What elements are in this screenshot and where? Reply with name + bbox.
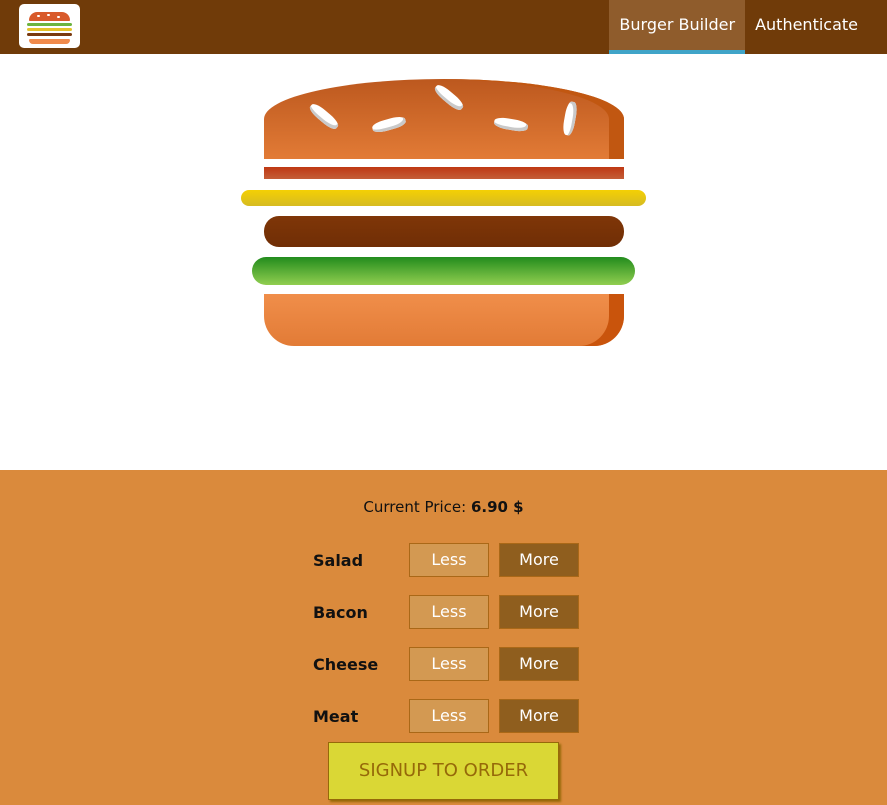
salad-layer bbox=[252, 257, 635, 285]
control-row-cheese: Cheese Less More bbox=[313, 647, 593, 681]
burger-preview bbox=[0, 54, 887, 470]
sesame-seed bbox=[493, 116, 529, 133]
control-row-meat: Meat Less More bbox=[313, 699, 593, 733]
control-row-bacon: Bacon Less More bbox=[313, 595, 593, 629]
logo-seed bbox=[57, 16, 60, 18]
less-meat-button[interactable]: Less bbox=[409, 699, 489, 733]
logo-salad bbox=[27, 23, 72, 26]
control-row-salad: Salad Less More bbox=[313, 543, 593, 577]
bread-bottom bbox=[264, 294, 624, 346]
signup-to-order-button[interactable]: SIGNUP TO ORDER bbox=[328, 742, 559, 800]
current-price: Current Price: 6.90 $ bbox=[0, 498, 887, 516]
less-bacon-button[interactable]: Less bbox=[409, 595, 489, 629]
more-cheese-button[interactable]: More bbox=[499, 647, 579, 681]
ingredient-label: Cheese bbox=[313, 655, 379, 674]
sesame-seed bbox=[371, 114, 407, 135]
main-nav: Burger Builder Authenticate bbox=[609, 0, 887, 54]
logo-cheese bbox=[27, 28, 72, 31]
ingredient-label: Bacon bbox=[313, 603, 368, 622]
sesame-seed bbox=[561, 100, 579, 137]
more-bacon-button[interactable]: More bbox=[499, 595, 579, 629]
nav-burger-builder[interactable]: Burger Builder bbox=[609, 0, 746, 54]
cheese-layer bbox=[241, 190, 646, 206]
price-value: 6.90 $ bbox=[470, 498, 524, 516]
nav-authenticate[interactable]: Authenticate bbox=[745, 0, 887, 54]
logo-meat bbox=[27, 33, 72, 36]
bread-top bbox=[264, 79, 624, 159]
logo-seed bbox=[47, 14, 50, 16]
less-cheese-button[interactable]: Less bbox=[409, 647, 489, 681]
more-meat-button[interactable]: More bbox=[499, 699, 579, 733]
toolbar: Burger Builder Authenticate bbox=[0, 0, 887, 54]
more-salad-button[interactable]: More bbox=[499, 543, 579, 577]
logo-seed bbox=[37, 15, 40, 17]
ingredient-label: Meat bbox=[313, 707, 359, 726]
bacon-layer bbox=[264, 167, 624, 179]
logo-bread-bottom bbox=[29, 39, 70, 44]
sesame-seed bbox=[307, 101, 341, 132]
price-label: Current Price: bbox=[363, 498, 467, 516]
sesame-seed bbox=[432, 82, 466, 113]
ingredient-label: Salad bbox=[313, 551, 364, 570]
less-salad-button[interactable]: Less bbox=[409, 543, 489, 577]
meat-layer bbox=[264, 216, 624, 247]
burger-logo-icon[interactable] bbox=[19, 4, 80, 48]
build-controls: Current Price: 6.90 $ Salad Less More Ba… bbox=[0, 470, 887, 805]
